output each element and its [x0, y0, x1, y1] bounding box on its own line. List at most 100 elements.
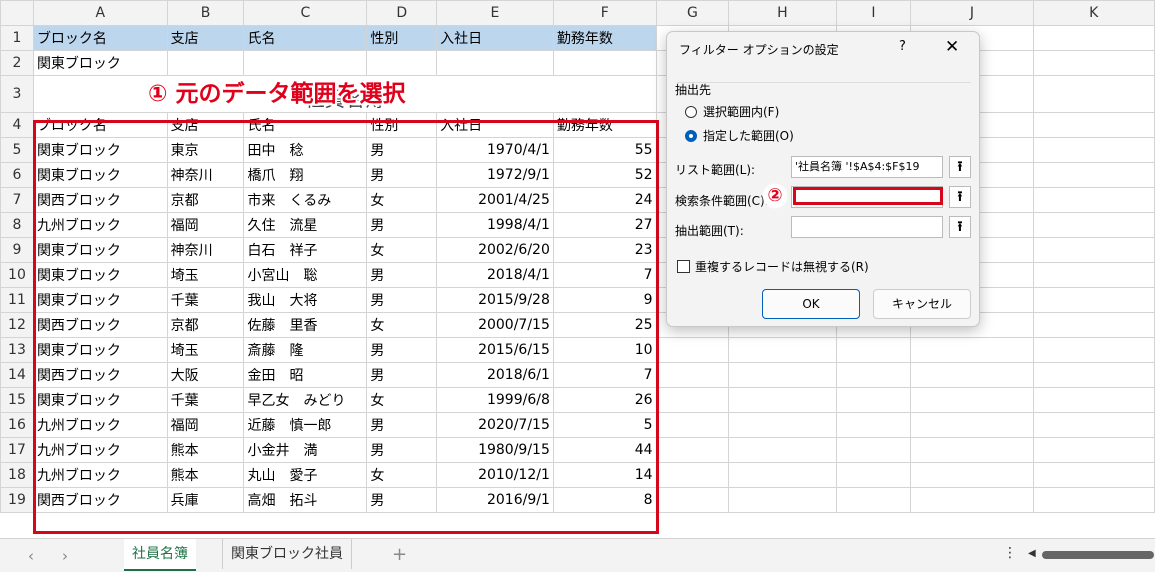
cell[interactable]: 52 — [552, 162, 657, 188]
cell[interactable] — [1032, 137, 1155, 163]
cell[interactable]: 44 — [552, 437, 657, 463]
row-header[interactable]: 17 — [0, 437, 34, 463]
cell[interactable]: 2016/9/1 — [436, 487, 554, 513]
cell[interactable]: 7 — [552, 262, 657, 288]
cell[interactable] — [910, 437, 1034, 463]
collapse-dialog-icon[interactable]: ⭱ — [949, 216, 971, 238]
cell[interactable] — [166, 50, 245, 76]
cell[interactable]: 田中 稔 — [243, 137, 368, 163]
cell[interactable]: 25 — [552, 312, 657, 338]
horizontal-scrollbar[interactable]: ◀ — [1028, 548, 1154, 559]
tab-sheet-roster[interactable]: 社員名簿 — [124, 539, 196, 571]
row-header[interactable]: 19 — [0, 487, 34, 513]
cell[interactable] — [1032, 387, 1155, 413]
prev-sheet-icon[interactable]: ‹ — [28, 547, 34, 565]
collapse-dialog-icon[interactable]: ⭱ — [949, 156, 971, 178]
cell[interactable]: 男 — [366, 137, 438, 163]
cell[interactable]: 東京 — [166, 137, 245, 163]
cell[interactable]: 女 — [366, 462, 438, 488]
cell[interactable] — [1032, 237, 1155, 263]
cell[interactable]: 1998/4/1 — [436, 212, 554, 238]
cell[interactable]: 久住 流星 — [243, 212, 368, 238]
column-header-h[interactable]: H — [728, 0, 837, 26]
cell[interactable]: 27 — [552, 212, 657, 238]
cell[interactable]: 2015/9/28 — [436, 287, 554, 313]
row-header[interactable]: 14 — [0, 362, 34, 388]
cell[interactable]: 2002/6/20 — [436, 237, 554, 263]
cell[interactable] — [910, 487, 1034, 513]
row-header[interactable]: 15 — [0, 387, 34, 413]
help-button[interactable]: ? — [899, 39, 906, 54]
cell[interactable] — [728, 437, 837, 463]
row-header[interactable]: 1 — [0, 25, 34, 51]
tab-sheet-kanto[interactable]: 関東ブロック社員 — [222, 539, 352, 569]
cancel-button[interactable]: キャンセル — [873, 289, 971, 319]
cell[interactable]: 橋爪 翔 — [243, 162, 368, 188]
cell[interactable]: 1970/4/1 — [436, 137, 554, 163]
cell[interactable]: 関東ブロック — [32, 237, 168, 263]
cell[interactable]: 女 — [366, 312, 438, 338]
cell[interactable] — [1032, 412, 1155, 438]
cell[interactable]: 関東ブロック — [32, 137, 168, 163]
radio-copy-to-location[interactable]: 指定した範囲(O) — [685, 127, 794, 144]
cell[interactable]: 男 — [366, 287, 438, 313]
column-header-d[interactable]: D — [366, 0, 438, 26]
cell[interactable] — [366, 50, 438, 76]
scroll-left-icon[interactable]: ◀ — [1028, 548, 1036, 559]
column-header-j[interactable]: J — [910, 0, 1034, 26]
cell[interactable]: 8 — [552, 487, 657, 513]
cell[interactable] — [1032, 25, 1155, 51]
cell[interactable]: 支店 — [166, 25, 245, 51]
cell[interactable] — [910, 362, 1034, 388]
cell[interactable] — [728, 487, 837, 513]
list-range-input[interactable]: '社員名簿 '!$A$4:$F$19 — [791, 156, 943, 178]
cell[interactable]: 女 — [366, 387, 438, 413]
cell[interactable]: 氏名 — [243, 112, 368, 138]
cell[interactable] — [1032, 187, 1155, 213]
cell[interactable] — [655, 412, 730, 438]
cell[interactable] — [910, 337, 1034, 363]
cell[interactable] — [655, 487, 730, 513]
cell[interactable]: 女 — [366, 237, 438, 263]
row-header[interactable]: 2 — [0, 50, 34, 76]
cell[interactable] — [1032, 287, 1155, 313]
cell[interactable]: ブロック名 — [32, 25, 168, 51]
column-header-b[interactable]: B — [166, 0, 245, 26]
cell[interactable] — [835, 487, 912, 513]
spreadsheet-grid[interactable]: A B C D E F G H I J K 1 ブロック名 支店 氏名 性別 入… — [0, 0, 1155, 513]
cell[interactable] — [1032, 75, 1155, 113]
cell[interactable] — [655, 337, 730, 363]
cell[interactable]: 市来 くるみ — [243, 187, 368, 213]
cell[interactable]: 白石 祥子 — [243, 237, 368, 263]
add-sheet-button[interactable]: + — [392, 544, 407, 565]
cell[interactable]: 入社日 — [436, 112, 554, 138]
cell[interactable]: 関西ブロック — [32, 487, 168, 513]
cell[interactable]: 関東ブロック — [32, 287, 168, 313]
cell[interactable] — [910, 412, 1034, 438]
scrollbar-thumb[interactable] — [1042, 551, 1154, 559]
row-header[interactable]: 13 — [0, 337, 34, 363]
cell[interactable]: 23 — [552, 237, 657, 263]
cell[interactable]: 26 — [552, 387, 657, 413]
row-header[interactable]: 3 — [0, 75, 34, 113]
row-header[interactable]: 8 — [0, 212, 34, 238]
cell[interactable]: ブロック名 — [32, 112, 168, 138]
row-header[interactable]: 9 — [0, 237, 34, 263]
cell[interactable]: 福岡 — [166, 212, 245, 238]
cell[interactable]: 7 — [552, 362, 657, 388]
cell[interactable] — [436, 50, 554, 76]
row-header[interactable]: 11 — [0, 287, 34, 313]
cell[interactable] — [1032, 362, 1155, 388]
cell[interactable]: 九州ブロック — [32, 462, 168, 488]
cell[interactable]: 近藤 慎一郎 — [243, 412, 368, 438]
cell[interactable]: 男 — [366, 162, 438, 188]
row-header[interactable]: 16 — [0, 412, 34, 438]
cell[interactable]: 関西ブロック — [32, 362, 168, 388]
row-header[interactable]: 5 — [0, 137, 34, 163]
cell[interactable]: 千葉 — [166, 287, 245, 313]
cell[interactable]: 京都 — [166, 187, 245, 213]
cell[interactable]: 金田 昭 — [243, 362, 368, 388]
cell[interactable] — [835, 437, 912, 463]
cell[interactable]: 24 — [552, 187, 657, 213]
cell[interactable]: 入社日 — [436, 25, 554, 51]
